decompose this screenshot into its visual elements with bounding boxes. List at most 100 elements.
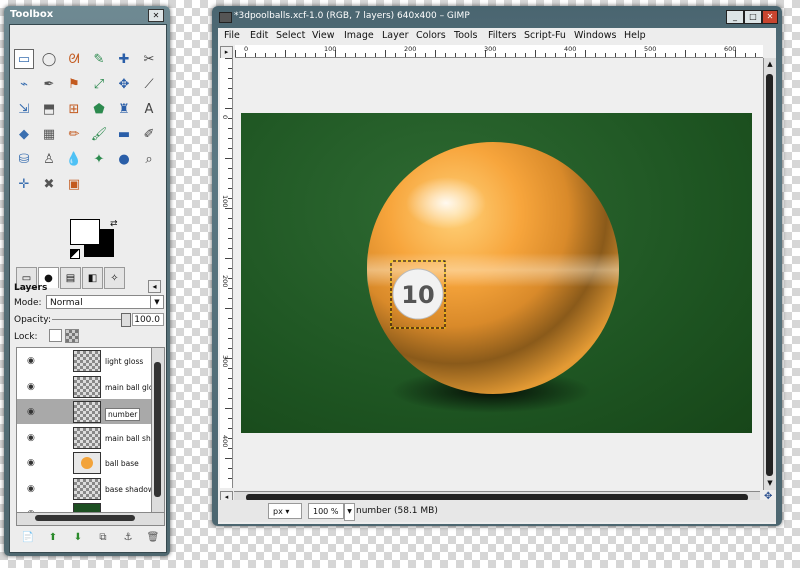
text-icon[interactable]: A [139,99,159,119]
airbrush-icon[interactable]: ✐ [139,124,159,144]
fuzzy-select-icon[interactable]: ✎ [89,49,109,69]
layer-row[interactable]: ◉ main ball glo [17,374,152,399]
unit-select[interactable]: px ▾ [268,503,302,519]
panel-menu-icon[interactable]: ◂ [148,280,161,293]
layer-row[interactable]: ◉ number [17,399,152,424]
menu-windows[interactable]: Windows [574,30,616,41]
opacity-field[interactable]: 100.0 [132,313,164,326]
blur-icon[interactable]: 💧 [64,149,84,169]
eraser-icon[interactable]: ▬ [114,124,134,144]
menu-view[interactable]: View [312,30,335,41]
menu-help[interactable]: Help [624,30,646,41]
ellipse-select-icon[interactable]: ◯ [39,49,59,69]
tab-patterns[interactable]: ▤ [60,267,81,289]
delete-layer-icon[interactable]: 🗑 [145,529,161,545]
pencil-icon[interactable]: ✏ [64,124,84,144]
layer-row[interactable]: ◉ base shadow [17,476,152,501]
opacity-slider[interactable] [52,319,124,320]
dodge-icon[interactable]: ● [114,149,134,169]
scrollbar-thumb[interactable] [766,74,773,476]
image-view[interactable]: 10 [234,58,764,490]
visibility-eye-icon[interactable]: ◉ [27,433,35,443]
lock-pixels-checkbox[interactable] [49,329,62,342]
menu-script-fu[interactable]: Script-Fu [524,30,566,41]
lasso-icon[interactable]: ᘛ [64,49,84,69]
menu-colors[interactable]: Colors [416,30,446,41]
horizontal-ruler[interactable]: 0 100 200 300 400 500 600 [235,45,763,58]
menu-edit[interactable]: Edit [250,30,268,41]
layer-row[interactable]: ◉ light gloss [17,348,152,373]
heal-icon[interactable]: ✖ [39,174,59,194]
layers-vertical-scrollbar[interactable] [151,347,165,514]
lock-alpha-icon[interactable] [65,329,79,343]
rotate-icon[interactable]: ⟋ [139,74,159,94]
chevron-down-icon[interactable]: ▼ [150,296,163,308]
duplicate-layer-icon[interactable]: ⧉ [95,529,111,545]
menu-filters[interactable]: Filters [488,30,516,41]
bucket-fill-icon[interactable]: ◆ [14,124,34,144]
scissors-icon[interactable]: ✂ [139,49,159,69]
magnify-icon[interactable]: ⌕ [139,149,159,169]
menu-tools[interactable]: Tools [454,30,477,41]
crop-icon[interactable]: ✥ [114,74,134,94]
tab-gradients[interactable]: ◧ [82,267,103,289]
move-icon[interactable]: ⤢ [89,74,109,94]
layer-row[interactable]: ◉ ball base [17,450,152,475]
color-swatches[interactable]: ⇄ [70,219,120,261]
text-icon-unused[interactable]: ♜ [114,99,134,119]
layer-name: main ball glo [105,382,153,392]
paths-icon[interactable]: ⌁ [14,74,34,94]
lower-layer-icon[interactable]: ⬇ [70,529,86,545]
clone-icon[interactable]: ♙ [39,149,59,169]
menu-select[interactable]: Select [276,30,305,41]
layer-name: light gloss [105,357,144,366]
align-icon[interactable]: ⚑ [64,74,84,94]
scroll-down-icon[interactable]: ▼ [764,479,776,489]
menu-image[interactable]: Image [344,30,374,41]
mode-select[interactable]: Normal ▼ [46,295,164,309]
opacity-slider-handle[interactable] [121,313,131,327]
visibility-eye-icon[interactable]: ◉ [27,484,35,494]
paintbrush-icon[interactable]: 🖌 [89,124,109,144]
visibility-eye-icon[interactable]: ◉ [27,356,35,366]
swap-colors-icon[interactable]: ⇄ [110,219,118,229]
scroll-up-icon[interactable]: ▲ [764,60,776,70]
vertical-scrollbar[interactable]: ▲ ▼ [763,58,776,490]
foreground-color[interactable] [70,219,100,245]
close-icon[interactable]: ✕ [762,10,778,24]
menu-layer[interactable]: Layer [382,30,409,41]
visibility-eye-icon[interactable]: ◉ [27,382,35,392]
maximize-icon[interactable]: □ [744,10,762,24]
ink-icon[interactable]: ⛁ [14,149,34,169]
visibility-eye-icon[interactable]: ◉ [27,407,35,417]
new-layer-icon[interactable]: 📄 [20,529,36,545]
perspective-icon[interactable]: ⊞ [64,99,84,119]
scale-icon[interactable]: ⇲ [14,99,34,119]
visibility-eye-icon[interactable]: ◉ [27,458,35,468]
anchor-layer-icon[interactable]: ⚓ [120,529,136,545]
rect-select-icon[interactable]: ▭ [14,49,34,69]
flip-icon[interactable]: ⬟ [89,99,109,119]
blend-icon[interactable]: ▦ [39,124,59,144]
color-select-icon[interactable]: ✚ [114,49,134,69]
zoom-field[interactable]: 100 % [308,503,344,519]
scrollbar-thumb[interactable] [35,515,135,521]
raise-layer-icon[interactable]: ⬆ [45,529,61,545]
image-canvas[interactable]: 10 [241,113,752,433]
color-picker-icon[interactable]: ✒ [39,74,59,94]
scrollbar-thumb[interactable] [154,362,161,497]
close-icon[interactable]: ✕ [148,9,164,22]
layer-row[interactable]: ◉ main ball sha [17,425,152,450]
ball-number: 10 [401,281,434,309]
menu-file[interactable]: File [224,30,240,41]
reset-colors-icon[interactable] [70,249,80,259]
smudge-icon[interactable]: ✦ [89,149,109,169]
measure-icon[interactable]: ✛ [14,174,34,194]
cage-icon[interactable]: ▣ [64,174,84,194]
shear-icon[interactable]: ⬒ [39,99,59,119]
minimize-icon[interactable]: _ [726,10,744,24]
chevron-down-icon[interactable]: ▼ [344,503,355,521]
layers-horizontal-scrollbar[interactable] [16,512,165,526]
vertical-ruler[interactable]: 0 100 200 300 400 [220,58,233,488]
tab-paths[interactable]: ✧ [104,267,125,289]
